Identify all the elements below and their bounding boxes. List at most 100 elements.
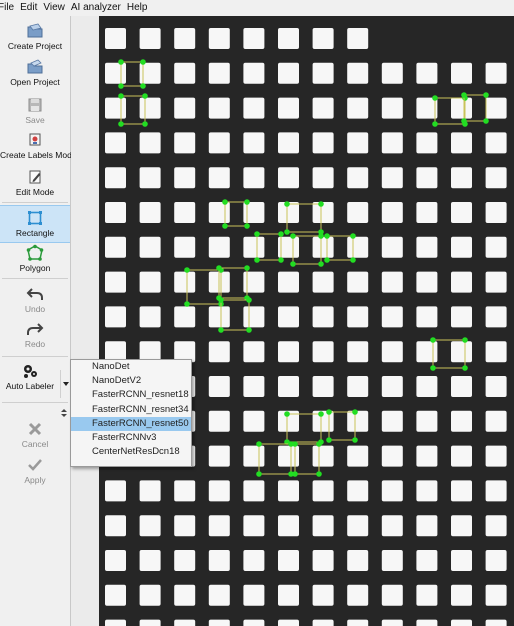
label-vertex-handle[interactable] — [352, 409, 358, 415]
undo-button[interactable]: Undo — [0, 285, 70, 314]
die-pad — [416, 376, 438, 397]
label-vertex-handle[interactable] — [118, 59, 124, 65]
label-vertex-handle[interactable] — [461, 118, 467, 124]
menu-view[interactable]: View — [43, 0, 71, 16]
label-vertex-handle[interactable] — [318, 233, 324, 239]
label-vertex-handle[interactable] — [290, 261, 296, 267]
label-vertex-handle[interactable] — [256, 471, 262, 477]
spinner-arrows[interactable] — [58, 407, 70, 419]
label-vertex-handle[interactable] — [222, 199, 228, 205]
label-vertex-handle[interactable] — [118, 121, 124, 127]
label-vertex-handle[interactable] — [118, 83, 124, 89]
label-vertex-handle[interactable] — [284, 201, 290, 207]
label-vertex-handle[interactable] — [350, 257, 356, 263]
toolbar-separator — [2, 202, 68, 203]
create-project-button[interactable]: Create Project — [0, 22, 70, 51]
label-vertex-handle[interactable] — [142, 121, 148, 127]
model-option-fasterrcnn-resnet50[interactable]: FasterRCNN_resnet50 — [71, 416, 191, 431]
label-vertex-handle[interactable] — [222, 223, 228, 229]
label-vertex-handle[interactable] — [483, 92, 489, 98]
edit-mode-button[interactable]: Edit Mode — [0, 168, 70, 197]
label-vertex-handle[interactable] — [316, 441, 322, 447]
model-option-centernetresdcn18[interactable]: CenterNetResDcn18 — [71, 445, 191, 459]
die-pad — [416, 97, 438, 119]
label-vertex-handle[interactable] — [140, 83, 146, 89]
rectangle-tool-button[interactable]: Rectangle — [0, 205, 70, 243]
label-vertex-handle[interactable] — [324, 257, 330, 263]
label-vertex-handle[interactable] — [292, 471, 298, 477]
label-vertex-handle[interactable] — [318, 411, 324, 417]
label-vertex-handle[interactable] — [324, 233, 330, 239]
label-vertex-handle[interactable] — [216, 265, 222, 271]
die-pad — [174, 167, 196, 189]
label-vertex-handle[interactable] — [432, 121, 438, 127]
toolbar-separator — [2, 402, 68, 403]
label-vertex-handle[interactable] — [142, 93, 148, 99]
apply-button[interactable]: Apply — [0, 456, 70, 485]
open-project-button[interactable]: Open Project — [0, 58, 70, 87]
label-vertex-handle[interactable] — [218, 297, 224, 303]
model-option-fasterrcnnv3[interactable]: FasterRCNNv3 — [71, 431, 191, 445]
label-vertex-handle[interactable] — [256, 441, 262, 447]
label-vertex-handle[interactable] — [284, 229, 290, 235]
die-pad — [485, 584, 507, 606]
label-vertex-handle[interactable] — [318, 261, 324, 267]
menu-help[interactable]: Help — [127, 0, 154, 16]
die-pad — [451, 132, 472, 154]
cancel-button[interactable]: Cancel — [0, 420, 70, 449]
auto-labeler-button[interactable]: Auto Labeler — [0, 362, 60, 391]
menu-ai-analyzer[interactable]: AI analyzer — [71, 0, 127, 16]
label-vertex-handle[interactable] — [326, 409, 332, 415]
label-vertex-handle[interactable] — [432, 95, 438, 101]
label-vertex-handle[interactable] — [350, 233, 356, 239]
rectangle-label: Rectangle — [15, 228, 55, 238]
label-vertex-handle[interactable] — [430, 365, 436, 371]
label-vertex-handle[interactable] — [244, 265, 250, 271]
label-vertex-handle[interactable] — [352, 437, 358, 443]
die-pad — [208, 480, 230, 502]
label-vertex-handle[interactable] — [461, 92, 467, 98]
pencil-icon — [29, 170, 41, 184]
model-option-fasterrcnn-resnet34[interactable]: FasterRCNN_resnet34 — [71, 403, 191, 417]
label-vertex-handle[interactable] — [184, 267, 190, 273]
redo-arrow-icon — [27, 323, 44, 335]
label-vertex-handle[interactable] — [318, 201, 324, 207]
label-vertex-handle[interactable] — [430, 337, 436, 343]
label-vertex-handle[interactable] — [462, 365, 468, 371]
label-vertex-handle[interactable] — [246, 327, 252, 333]
label-vertex-handle[interactable] — [316, 471, 322, 477]
label-vertex-handle[interactable] — [254, 231, 260, 237]
menu-file[interactable]: File — [0, 0, 20, 16]
label-vertex-handle[interactable] — [140, 59, 146, 65]
die-pad — [451, 306, 472, 328]
label-vertex-handle[interactable] — [218, 327, 224, 333]
model-option-nanodetv2[interactable]: NanoDetV2 — [71, 374, 191, 388]
die-pad — [381, 376, 403, 397]
label-vertex-handle[interactable] — [326, 437, 332, 443]
label-vertex-handle[interactable] — [118, 93, 124, 99]
label-vertex-handle[interactable] — [284, 411, 290, 417]
model-option-nanodet[interactable]: NanoDet — [71, 360, 191, 374]
redo-button[interactable]: Redo — [0, 320, 70, 349]
label-vertex-handle[interactable] — [278, 257, 284, 263]
menu-edit[interactable]: Edit — [20, 0, 43, 16]
create-labels-mode-button[interactable]: Create Labels Mode — [0, 131, 77, 160]
die-pad — [451, 550, 472, 571]
label-vertex-handle[interactable] — [244, 199, 250, 205]
label-vertex-handle[interactable] — [246, 297, 252, 303]
label-vertex-handle[interactable] — [184, 301, 190, 307]
label-vertex-handle[interactable] — [254, 257, 260, 263]
label-vertex-handle[interactable] — [278, 231, 284, 237]
save-button[interactable]: Save — [0, 96, 70, 125]
image-canvas[interactable] — [99, 16, 514, 626]
label-vertex-handle[interactable] — [244, 223, 250, 229]
label-vertex-handle[interactable] — [483, 118, 489, 124]
model-option-fasterrcnn-resnet18[interactable]: FasterRCNN_resnet18 — [71, 388, 191, 402]
die-pad — [381, 550, 403, 571]
label-vertex-handle[interactable] — [290, 233, 296, 239]
label-vertex-handle[interactable] — [462, 337, 468, 343]
polygon-tool-button[interactable]: Polygon — [0, 244, 70, 273]
die-pad — [243, 584, 265, 606]
label-vertex-handle[interactable] — [292, 441, 298, 447]
image-viewport[interactable] — [71, 16, 514, 626]
